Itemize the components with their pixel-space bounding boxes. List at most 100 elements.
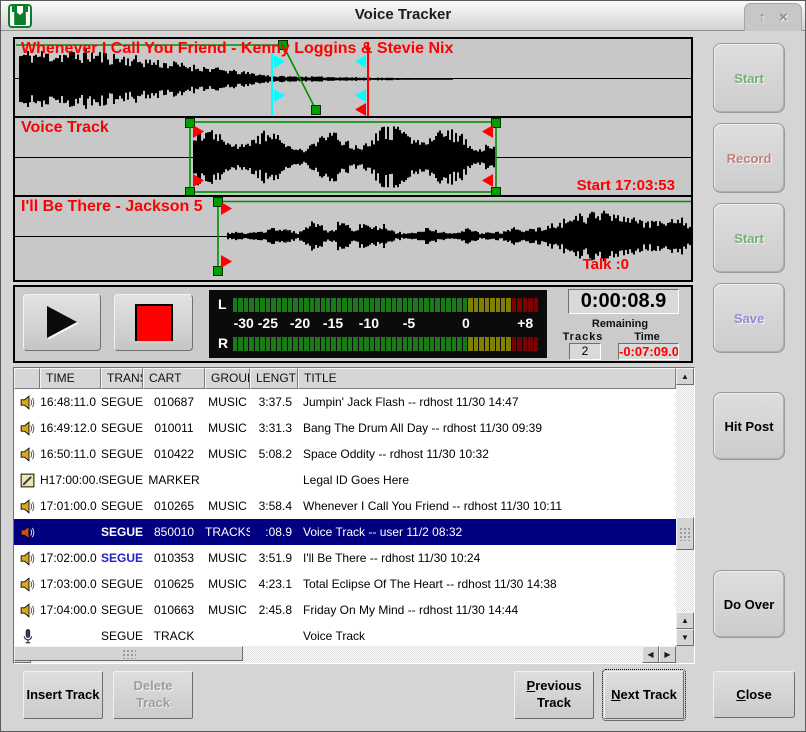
talk-marker-arrow[interactable]: [274, 89, 285, 102]
hit-post-button[interactable]: Hit Post: [713, 392, 785, 460]
log-table-row[interactable]: 17:01:00.0SEGUE010265MUSIC3:58.4Whenever…: [14, 493, 676, 519]
remaining-time-value: -0:07:09.0: [618, 343, 679, 360]
horizontal-scrollbar[interactable]: ◀ ◀ ▶: [14, 646, 676, 663]
record-button[interactable]: Record: [713, 123, 785, 193]
song-start-arrow[interactable]: [221, 255, 232, 268]
scroll-right-button[interactable]: ▶: [659, 646, 676, 663]
track-panel-next-song[interactable]: I'll Be There - Jackson 5 Talk :0: [15, 197, 691, 276]
meter-segment: [534, 298, 538, 312]
meter-segment: [506, 337, 510, 351]
close-button[interactable]: Close: [713, 671, 795, 718]
scroll-down-button[interactable]: ▼: [676, 629, 694, 646]
meter-segment: [381, 298, 385, 312]
start-track1-button[interactable]: Start: [713, 43, 785, 113]
scroll-left-button-right[interactable]: ◀: [642, 646, 659, 663]
play-button[interactable]: [23, 294, 101, 351]
talk-end-arrow[interactable]: [355, 89, 366, 102]
log-table-row[interactable]: 16:49:12.0SEGUE010011MUSIC3:31.3Bang The…: [14, 415, 676, 441]
log-table-row[interactable]: 17:04:00.0SEGUE010663MUSIC2:45.8Friday O…: [14, 597, 676, 623]
close-window-icon[interactable]: ×: [779, 10, 788, 25]
scroll-down-icon: ▼: [681, 634, 689, 642]
waveform-area: Whenever I Call You Friend - Kenny Loggi…: [13, 37, 693, 282]
log-table-row[interactable]: 17:02:00.0SEGUE010353MUSIC3:51.9I'll Be …: [14, 545, 676, 571]
meter-segment: [457, 337, 461, 351]
vertical-scrollbar-thumb[interactable]: [676, 517, 694, 550]
meter-segment: [496, 337, 500, 351]
stop-button[interactable]: [114, 294, 193, 351]
meter-segment: [315, 337, 319, 351]
log-table-body: 16:48:11.0SEGUE010687MUSIC3:37.5Jumpin' …: [14, 389, 676, 646]
meter-segment: [364, 298, 368, 312]
cell-time: 17:02:00.0: [40, 551, 101, 565]
meter-segment: [430, 298, 434, 312]
meter-segment: [238, 298, 242, 312]
log-table-row[interactable]: SEGUETRACKVoice Track: [14, 623, 676, 646]
track-panel-voice-track[interactable]: Voice Track Start 17:03:53: [15, 118, 691, 197]
cell-trans: SEGUE: [101, 447, 143, 461]
region-handle[interactable]: [186, 188, 195, 197]
scroll-up-button[interactable]: ▲: [676, 368, 694, 385]
insert-track-button[interactable]: Insert Track: [23, 671, 103, 719]
log-table-row[interactable]: SEGUE850010TRACKS:08.9Voice Track -- use…: [14, 519, 676, 545]
region-end-arrow[interactable]: [482, 174, 493, 187]
cell-trans: SEGUE: [101, 525, 143, 539]
column-header-length[interactable]: LENGTH: [250, 368, 298, 389]
cell-length: 2:45.8: [250, 603, 298, 617]
scrollbar-corner: [676, 646, 694, 663]
cell-length: 5:08.2: [250, 447, 298, 461]
previous-track-button[interactable]: Previous Track: [514, 671, 594, 719]
cell-length: 3:37.5: [250, 395, 298, 409]
meter-scale-label: -5: [403, 315, 415, 331]
cell-title: Friday On My Mind -- rdhost 11/30 14:44: [298, 603, 676, 617]
do-over-button[interactable]: Do Over: [713, 570, 785, 638]
region-handle[interactable]: [492, 188, 501, 197]
fade-handle[interactable]: [312, 106, 321, 115]
meter-segment: [446, 298, 450, 312]
horizontal-scrollbar-thumb[interactable]: [14, 646, 243, 661]
meter-segment: [517, 298, 521, 312]
next-track-button[interactable]: Next Track: [604, 671, 684, 719]
speaker-red-icon: [14, 524, 40, 541]
titlebar[interactable]: Voice Tracker ↑ ×: [1, 1, 805, 31]
track-panel-previous-song[interactable]: Whenever I Call You Friend - Kenny Loggi…: [15, 39, 691, 118]
start-track2-button[interactable]: Start: [713, 203, 785, 273]
meter-segment: [244, 298, 248, 312]
column-header-trans[interactable]: TRANS: [101, 368, 143, 389]
log-table-row[interactable]: H17:00:00.0SEGUEMARKERLegal ID Goes Here: [14, 467, 676, 493]
cell-length: 3:31.3: [250, 421, 298, 435]
cell-cart: 010011: [143, 421, 205, 435]
segue-marker-arrow[interactable]: [355, 103, 366, 116]
meter-segment: [501, 298, 505, 312]
scroll-up-icon: ▲: [681, 617, 689, 625]
track3-title: I'll Be There - Jackson 5: [21, 198, 203, 216]
meter-segment: [304, 337, 308, 351]
cell-group: MUSIC: [205, 603, 250, 617]
column-header-time[interactable]: TIME: [40, 368, 101, 389]
scroll-up-button-bottom[interactable]: ▲: [676, 612, 694, 629]
cell-cart: 010353: [143, 551, 205, 565]
log-table-row[interactable]: 17:03:00.0SEGUE010625MUSIC4:23.1Total Ec…: [14, 571, 676, 597]
meter-scale-label: -25: [258, 315, 278, 331]
region-end-arrow[interactable]: [482, 125, 493, 138]
vertical-scrollbar[interactable]: ▲ ▲ ▼: [676, 368, 694, 646]
song-start-arrow[interactable]: [221, 202, 232, 215]
start-time-label: Start 17:03:53: [577, 177, 675, 194]
save-button[interactable]: Save: [713, 283, 785, 353]
column-header-cart[interactable]: CART: [143, 368, 205, 389]
log-table-row[interactable]: 16:48:11.0SEGUE010687MUSIC3:37.5Jumpin' …: [14, 389, 676, 415]
meter-right-bar: [233, 337, 539, 351]
meter-segment: [468, 298, 472, 312]
shade-window-icon[interactable]: ↑: [758, 10, 766, 25]
column-header-icon[interactable]: [14, 368, 40, 389]
meter-segment: [310, 298, 314, 312]
window-title: Voice Tracker: [1, 6, 805, 23]
log-table-header: TIMETRANSCARTGROUPLENGTHTITLE: [14, 368, 676, 389]
stop-icon: [135, 304, 173, 341]
meter-segment: [485, 337, 489, 351]
column-header-title[interactable]: TITLE: [298, 368, 676, 389]
cell-title: Voice Track: [298, 629, 676, 643]
delete-track-button[interactable]: Delete Track: [113, 671, 193, 719]
meter-segment: [528, 337, 532, 351]
log-table-row[interactable]: 16:50:11.0SEGUE010422MUSIC5:08.2Space Od…: [14, 441, 676, 467]
column-header-group[interactable]: GROUP: [205, 368, 250, 389]
